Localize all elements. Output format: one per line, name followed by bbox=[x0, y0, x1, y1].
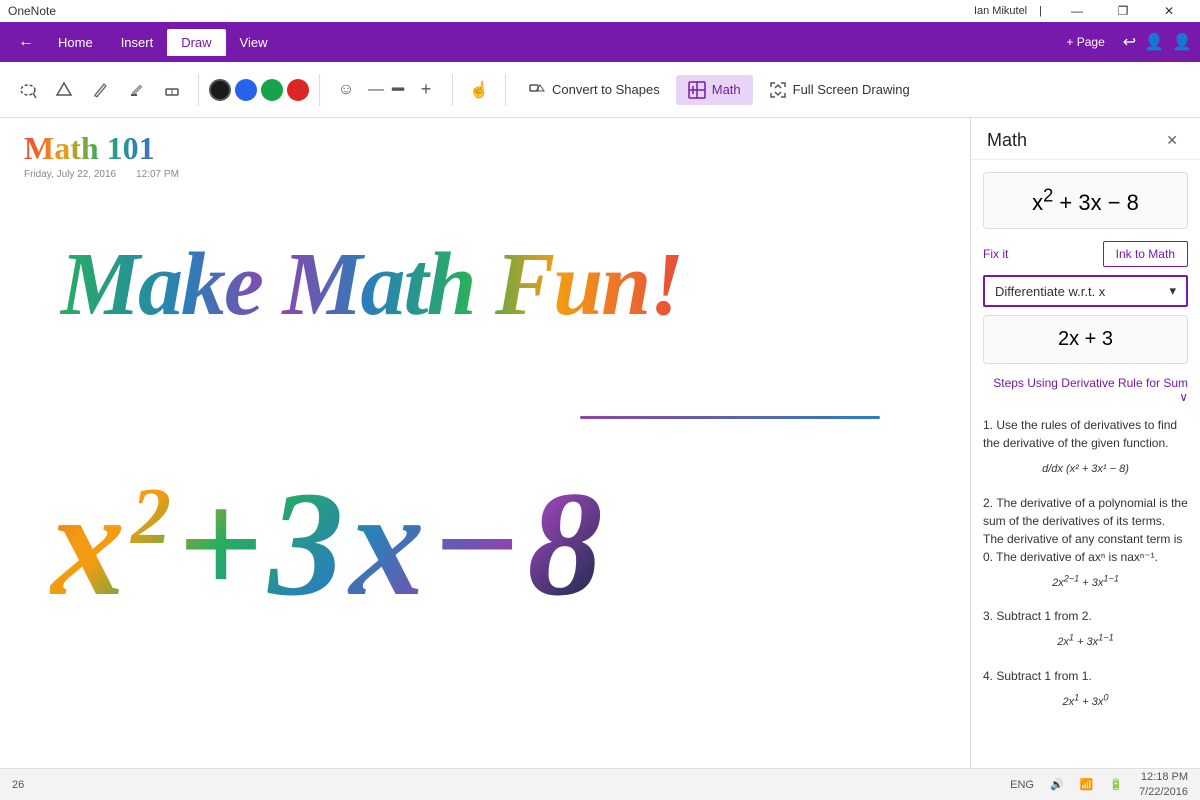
dropdown-arrow-icon: ▾ bbox=[1169, 283, 1176, 299]
menu-view[interactable]: View bbox=[226, 29, 282, 56]
status-date: 7/22/2016 bbox=[1139, 785, 1188, 799]
fun-underline bbox=[580, 416, 880, 419]
step-4-text: Subtract 1 from 1. bbox=[996, 669, 1091, 683]
separator: | bbox=[1039, 5, 1042, 17]
main-area: Math 101 Friday, July 22, 2016 12:07 PM … bbox=[0, 118, 1200, 768]
battery-icon: 🔋 bbox=[1109, 778, 1123, 791]
step-2-formula: 2x2−1 + 3x1−1 bbox=[983, 572, 1188, 592]
menu-draw[interactable]: Draw bbox=[167, 29, 225, 56]
menu-home[interactable]: Home bbox=[44, 29, 107, 56]
math-panel-close-button[interactable]: ✕ bbox=[1160, 130, 1184, 151]
extra-tools-section: ☺ — ━ + bbox=[330, 74, 442, 106]
fix-it-link[interactable]: Fix it bbox=[983, 247, 1008, 261]
step-2-text: The derivative of a polynomial is the su… bbox=[983, 496, 1188, 564]
ink-to-math-button[interactable]: Ink to Math bbox=[1103, 241, 1188, 267]
plus-button[interactable]: + bbox=[410, 74, 442, 106]
eraser-tool-button[interactable] bbox=[156, 74, 188, 106]
back-button[interactable]: ← bbox=[8, 27, 44, 57]
convert-to-shapes-button[interactable]: Convert to Shapes bbox=[516, 75, 672, 105]
step-3: 3. Subtract 1 from 2. 2x1 + 3x1−1 bbox=[983, 607, 1188, 651]
pen-tool-button[interactable] bbox=[84, 74, 116, 106]
lang-label: ENG bbox=[1010, 779, 1034, 791]
step-1-text: Use the rules of derivatives to find the… bbox=[983, 418, 1177, 450]
menu-bar: ← Home Insert Draw View + Page ↩ 👤 👤 bbox=[0, 22, 1200, 62]
step-3-text: Subtract 1 from 2. bbox=[996, 609, 1091, 623]
title-bar: OneNote Ian Mikutel | — ❐ ✕ bbox=[0, 0, 1200, 22]
canvas-area[interactable]: Math 101 Friday, July 22, 2016 12:07 PM … bbox=[0, 118, 970, 768]
color-section bbox=[209, 79, 309, 101]
step-1-formula: d/dx (x² + 3x¹ − 8) bbox=[983, 458, 1188, 478]
stroke-thick: ━ bbox=[390, 77, 406, 102]
fullscreen-button[interactable]: Full Screen Drawing bbox=[757, 75, 922, 105]
touch-mode-button[interactable]: ☝ bbox=[463, 74, 495, 106]
close-button[interactable]: ✕ bbox=[1146, 0, 1192, 22]
make-math-fun-text: Make Math Fun! bbox=[60, 233, 682, 336]
math-panel-header: Math ✕ bbox=[971, 118, 1200, 160]
step-2-number: 2. bbox=[983, 496, 996, 510]
math-panel: Math ✕ x2 + 3x − 8 Fix it Ink to Math Di… bbox=[970, 118, 1200, 768]
maximize-button[interactable]: ❐ bbox=[1100, 0, 1146, 22]
separator3 bbox=[452, 74, 453, 106]
menu-insert[interactable]: Insert bbox=[107, 29, 168, 56]
status-time: 12:18 PM bbox=[1141, 770, 1188, 784]
separator1 bbox=[198, 74, 199, 106]
color-red[interactable] bbox=[287, 79, 309, 101]
stroke-thin: — bbox=[366, 81, 386, 99]
step-3-number: 3. bbox=[983, 609, 996, 623]
wifi-icon: 📶 bbox=[1080, 778, 1094, 791]
profile-icon[interactable]: 👤 bbox=[1144, 32, 1164, 52]
toolbar: ☺ — ━ + ☝ Convert to Shapes Math Full Sc… bbox=[0, 62, 1200, 118]
shape-tool-button[interactable] bbox=[48, 74, 80, 106]
math-expression-handwriting: x2+3x−8 bbox=[50, 458, 608, 630]
status-left: 26 bbox=[12, 779, 24, 791]
color-green[interactable] bbox=[261, 79, 283, 101]
profile2-icon[interactable]: 👤 bbox=[1172, 32, 1192, 52]
volume-icon: 🔊 bbox=[1050, 778, 1064, 791]
emoji-tool-button[interactable]: ☺ bbox=[330, 74, 362, 106]
status-bar: 26 ENG 🔊 📶 🔋 12:18 PM 7/22/2016 bbox=[0, 768, 1200, 800]
step-4-formula: 2x1 + 3x0 bbox=[983, 691, 1188, 711]
fullscreen-icon bbox=[769, 81, 787, 99]
operation-dropdown[interactable]: Differentiate w.r.t. x ▾ bbox=[983, 275, 1188, 307]
user-name: Ian Mikutel bbox=[974, 5, 1027, 17]
lasso-tool-button[interactable] bbox=[12, 74, 44, 106]
convert-shapes-icon bbox=[528, 81, 546, 99]
step-4-number: 4. bbox=[983, 669, 996, 683]
step-1: 1. Use the rules of derivatives to find … bbox=[983, 416, 1188, 478]
tool-section bbox=[12, 74, 188, 106]
step-2: 2. The derivative of a polynomial is the… bbox=[983, 494, 1188, 592]
result-box: 2x + 3 bbox=[983, 315, 1188, 364]
math-expression: x2 + 3x − 8 bbox=[1032, 190, 1139, 215]
step-4: 4. Subtract 1 from 1. 2x1 + 3x0 bbox=[983, 667, 1188, 711]
minimize-button[interactable]: — bbox=[1054, 0, 1100, 22]
highlighter-tool-button[interactable] bbox=[120, 74, 152, 106]
math-expression-box: x2 + 3x − 8 bbox=[983, 172, 1188, 229]
undo-icon[interactable]: ↩ bbox=[1123, 32, 1136, 52]
separator4 bbox=[505, 74, 506, 106]
page-title-area: Math 101 Friday, July 22, 2016 12:07 PM bbox=[24, 130, 179, 180]
app-name: OneNote bbox=[8, 4, 56, 18]
math-panel-title: Math bbox=[987, 130, 1027, 151]
page-number: 26 bbox=[12, 779, 24, 791]
steps-list: 1. Use the rules of derivatives to find … bbox=[971, 416, 1200, 768]
step-1-number: 1. bbox=[983, 418, 996, 432]
result-expression: 2x + 3 bbox=[1058, 328, 1113, 350]
page-title: Math 101 bbox=[24, 130, 179, 167]
math-button[interactable]: Math bbox=[676, 75, 753, 105]
color-blue[interactable] bbox=[235, 79, 257, 101]
color-black[interactable] bbox=[209, 79, 231, 101]
page-date: Friday, July 22, 2016 12:07 PM bbox=[24, 169, 179, 180]
add-page-button[interactable]: + Page bbox=[1056, 31, 1114, 53]
operation-label: Differentiate w.r.t. x bbox=[995, 284, 1105, 299]
math-icon bbox=[688, 81, 706, 99]
separator2 bbox=[319, 74, 320, 106]
math-actions: Fix it Ink to Math bbox=[971, 237, 1200, 275]
step-3-formula: 2x1 + 3x1−1 bbox=[983, 631, 1188, 651]
steps-toggle[interactable]: Steps Using Derivative Rule for Sum ∨ bbox=[971, 372, 1200, 416]
